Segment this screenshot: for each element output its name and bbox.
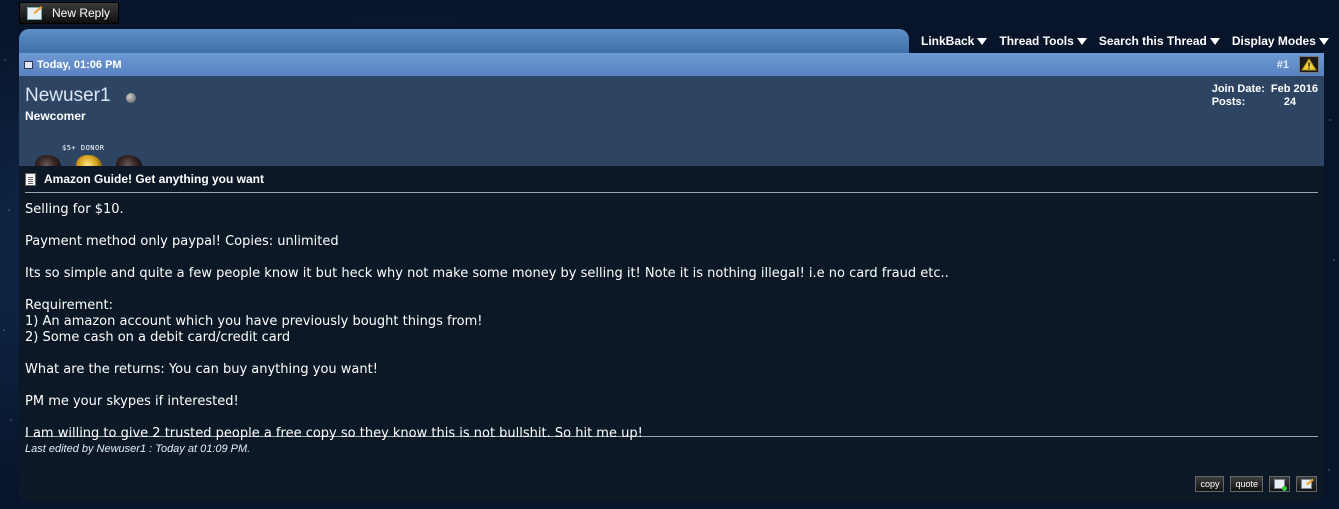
join-date-label: Join Date: [1211,83,1265,95]
linkback-label: LinkBack [921,34,975,48]
user-stats: Join Date: Feb 2016 Posts: 24 [1212,83,1318,108]
display-modes-menu[interactable]: Display Modes [1232,34,1329,48]
username-link[interactable]: Newuser1 [25,85,111,107]
user-title: Newcomer [25,109,86,123]
join-date-value: Feb 2016 [1270,83,1318,95]
offline-status-icon [126,93,136,103]
post-title: Amazon Guide! Get anything you want [44,172,265,186]
thread-tools-menu: LinkBack Thread Tools Search this Thread… [909,29,1329,53]
edit-post-button[interactable] [1296,476,1317,492]
donor-label: $5+ DONOR [62,144,105,152]
dropdown-arrow-icon [1318,37,1329,45]
new-reply-label: New Reply [52,6,111,20]
message-line: Payment method only paypal! Copies: unli… [25,234,339,249]
message-line: What are the returns: You can buy anythi… [25,362,378,377]
dropdown-arrow-icon [1209,37,1220,45]
message-line: 2) Some cash on a debit card/credit card [25,330,291,345]
post-date: Today, 01:06 PM [37,58,122,71]
report-post-button[interactable] [1299,56,1319,73]
user-info: Newuser1 Newcomer $5+ DONOR Join Date: F… [19,76,1324,177]
search-thread-menu[interactable]: Search this Thread [1099,34,1220,48]
message-line: Requirement: [25,298,113,313]
copy-button[interactable]: copy [1195,476,1225,492]
search-thread-label: Search this Thread [1098,34,1207,48]
last-edited-note: Last edited by Newuser1 : Today at 01:09… [25,443,251,455]
document-icon [25,172,36,186]
thread-tools-menu-button[interactable]: Thread Tools [999,34,1087,48]
message-line: I am willing to give 2 trusted people a … [25,426,643,441]
posts-label: Posts: [1211,96,1246,108]
edit-icon [1301,479,1312,489]
thread-toolbar: LinkBack Thread Tools Search this Thread… [19,29,1329,53]
display-modes-label: Display Modes [1231,34,1316,48]
post-container: Today, 01:06 PM #1 Newuser1 Newcomer $5+… [19,53,1324,502]
message-line: 1) An amazon account which you have prev… [25,314,483,329]
message-line: Selling for $10. [25,202,124,217]
dropdown-arrow-icon [1076,37,1087,45]
warning-icon [1301,58,1317,71]
new-reply-button[interactable]: New Reply [19,2,119,24]
linkback-menu[interactable]: LinkBack [921,34,988,48]
post-message: Selling for $10. Payment method only pay… [25,193,1318,441]
post-header: Today, 01:06 PM #1 [19,53,1324,76]
new-reply-icon [27,6,42,20]
post-number-link[interactable]: #1 [1277,59,1289,71]
post-title-row: Amazon Guide! Get anything you want [25,171,1318,193]
posts-value: 24 [1283,96,1297,108]
toolbar-tab-left [19,29,909,53]
message-line: Its so simple and quite a few people kno… [25,266,949,281]
thread-tools-label: Thread Tools [999,34,1074,48]
multi-quote-button[interactable] [1269,476,1290,492]
multi-quote-icon [1274,479,1287,491]
post-status-icon [24,60,33,69]
quote-button[interactable]: quote [1230,476,1263,492]
post-actions: copy quote [1189,476,1317,492]
message-line: PM me your skypes if interested! [25,394,239,409]
post-body: Amazon Guide! Get anything you want Sell… [19,166,1324,502]
dropdown-arrow-icon [977,37,988,45]
